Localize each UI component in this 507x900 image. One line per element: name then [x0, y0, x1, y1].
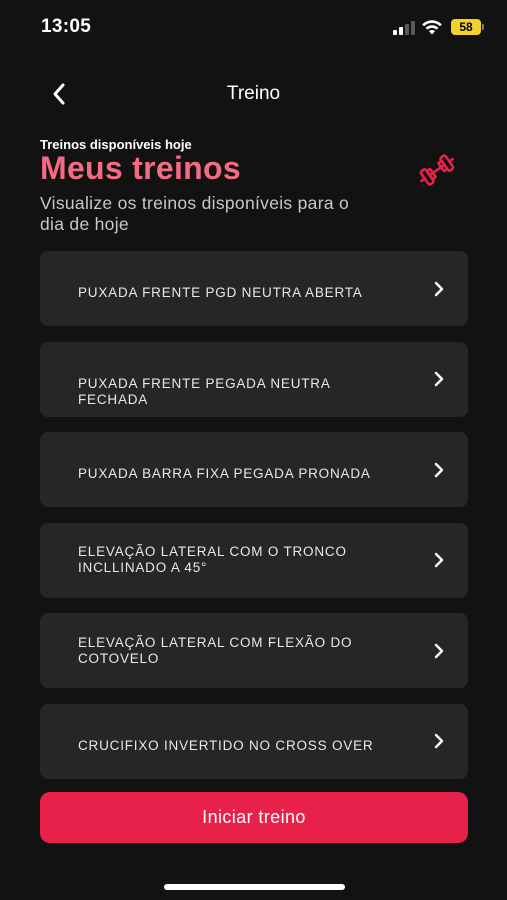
cellular-signal-icon — [393, 21, 415, 35]
chevron-right-icon — [434, 733, 444, 749]
chevron-right-icon — [434, 462, 444, 477]
workout-label: PUXADA FRENTE PEGADA NEUTRA FECHADA — [78, 375, 330, 407]
status-time: 13:05 — [41, 16, 92, 37]
workout-item[interactable]: PUXADA FRENTE PGD NEUTRA ABERTA — [40, 251, 468, 326]
battery-tip — [482, 24, 484, 30]
workout-label: ELEVAÇÃO LATERAL COM O TRONCO INCLLINADO… — [78, 544, 347, 575]
workout-item[interactable]: PUXADA BARRA FIXA PEGADA PRONADA — [40, 432, 468, 507]
workout-label: PUXADA FRENTE PGD NEUTRA ABERTA — [78, 285, 363, 300]
home-indicator — [164, 884, 345, 890]
workout-item[interactable]: ELEVAÇÃO LATERAL COM FLEXÃO DO COTOVELO — [40, 613, 468, 688]
dumbbell-icon — [419, 154, 455, 186]
nav-title: Treino — [226, 83, 281, 104]
workout-item[interactable]: CRUCIFIXO INVERTIDO NO CROSS OVER — [40, 703, 468, 779]
start-workout-button[interactable]: Iniciar treino — [40, 792, 468, 843]
status-bar: 13:05 58 — [0, 0, 507, 54]
chevron-right-icon — [434, 371, 444, 387]
wifi-icon — [422, 20, 442, 35]
workout-item[interactable]: ELEVAÇÃO LATERAL COM O TRONCO INCLLINADO… — [40, 522, 468, 598]
workout-item[interactable]: PUXADA FRENTE PEGADA NEUTRA FECHADA — [40, 341, 468, 417]
page-description: Visualize os treinos disponíveis para o … — [40, 193, 350, 234]
page-title: Meus treinos — [40, 150, 241, 186]
chevron-right-icon — [434, 552, 444, 568]
workout-label: PUXADA BARRA FIXA PEGADA PRONADA — [78, 466, 371, 481]
workout-label: ELEVAÇÃO LATERAL COM FLEXÃO DO COTOVELO — [78, 634, 353, 666]
workout-label: CRUCIFIXO INVERTIDO NO CROSS OVER — [78, 737, 374, 753]
chevron-right-icon — [434, 643, 444, 658]
battery-indicator: 58 — [451, 19, 481, 35]
chevron-right-icon — [434, 281, 444, 296]
workout-list: PUXADA FRENTE PGD NEUTRA ABERTA PUXADA F… — [40, 251, 468, 794]
